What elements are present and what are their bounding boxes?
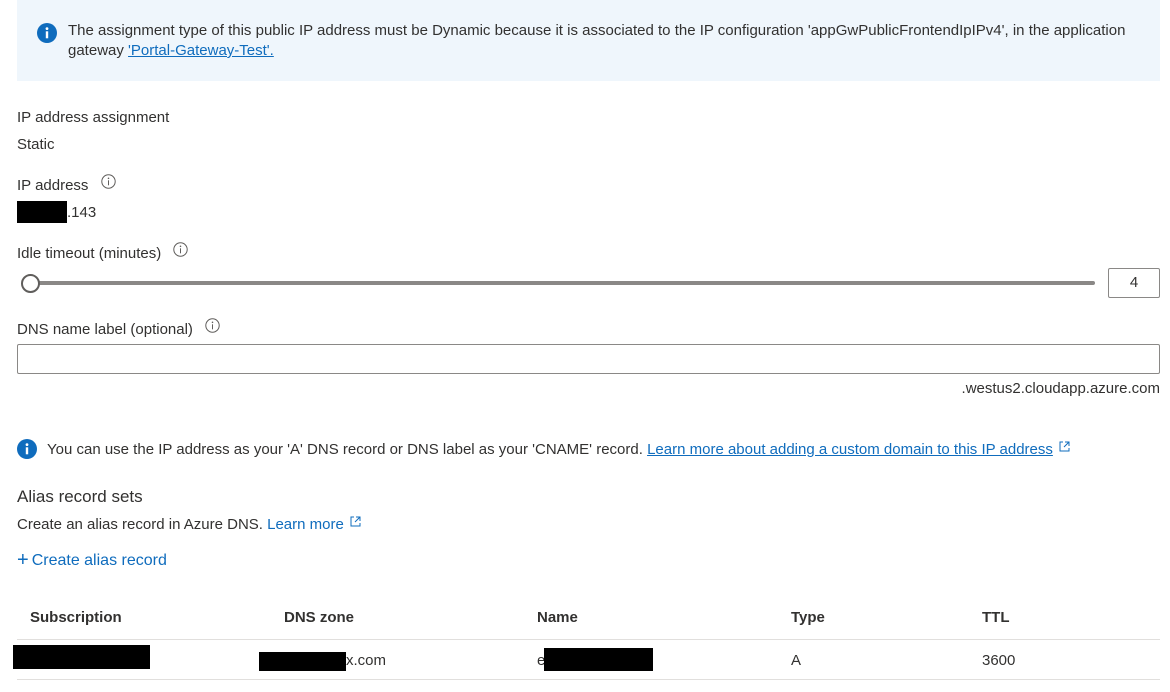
banner-message: The assignment type of this public IP ad… <box>68 21 1138 61</box>
idle-timeout-label-row: Idle timeout (minutes) <box>17 242 189 264</box>
column-header-ttl[interactable]: TTL <box>982 608 1010 628</box>
idle-timeout-slider-thumb[interactable] <box>21 274 40 293</box>
custom-domain-link[interactable]: Learn more about adding a custom domain … <box>647 441 1053 458</box>
alias-description: Create an alias record in Azure DNS. <box>17 516 263 533</box>
redacted-ip <box>17 201 67 223</box>
ip-address-info-icon[interactable] <box>100 174 116 195</box>
dns-label-info-icon[interactable] <box>205 318 220 339</box>
column-header-name[interactable]: Name <box>537 608 578 628</box>
idle-timeout-info-icon[interactable] <box>173 242 189 263</box>
external-link-icon <box>349 514 362 534</box>
info-icon <box>37 23 57 47</box>
redacted-dns-zone <box>259 652 346 671</box>
table-header-divider <box>17 639 1160 640</box>
table-row-divider <box>17 679 1160 680</box>
ip-address-label-row: IP address <box>17 174 116 196</box>
column-header-subscription[interactable]: Subscription <box>30 608 122 628</box>
create-alias-record-button[interactable]: + Create alias record <box>17 550 167 571</box>
idle-timeout-label: Idle timeout (minutes) <box>17 245 162 262</box>
column-header-type[interactable]: Type <box>791 608 825 628</box>
ip-assignment-label: IP address assignment <box>17 109 170 126</box>
external-link-icon <box>1058 438 1071 460</box>
dns-label-row: DNS name label (optional) <box>17 318 220 340</box>
dns-label-input[interactable] <box>17 344 1160 374</box>
dns-info-text: You can use the IP address as your 'A' D… <box>47 441 643 458</box>
ip-address-value: .143 <box>67 204 97 221</box>
redacted-subscription <box>13 645 150 669</box>
alias-description-row: Create an alias record in Azure DNS. Lea… <box>17 515 362 535</box>
redacted-name <box>544 648 653 671</box>
idle-timeout-input[interactable]: 4 <box>1108 268 1160 298</box>
plus-icon: + <box>17 549 29 571</box>
ip-assignment-value: Static <box>17 136 55 153</box>
info-banner: The assignment type of this public IP ad… <box>17 0 1160 81</box>
alias-learn-more-link[interactable]: Learn more <box>267 516 344 533</box>
column-header-dns-zone[interactable]: DNS zone <box>284 608 354 628</box>
info-icon <box>17 439 37 466</box>
dns-zone-cell: x.com <box>346 652 387 669</box>
idle-timeout-slider-track[interactable] <box>30 281 1095 285</box>
dns-info-row: You can use the IP address as your 'A' D… <box>47 439 1071 461</box>
type-cell: A <box>791 652 802 669</box>
create-alias-label: Create alias record <box>31 552 167 569</box>
gateway-link[interactable]: 'Portal-Gateway-Test'. <box>128 42 274 59</box>
dns-label-suffix: .westus2.cloudapp.azure.com <box>961 380 1160 397</box>
alias-section-title: Alias record sets <box>17 487 143 506</box>
ttl-cell: 3600 <box>982 652 1016 669</box>
dns-label-label: DNS name label (optional) <box>17 321 193 338</box>
ip-address-label: IP address <box>17 177 89 194</box>
